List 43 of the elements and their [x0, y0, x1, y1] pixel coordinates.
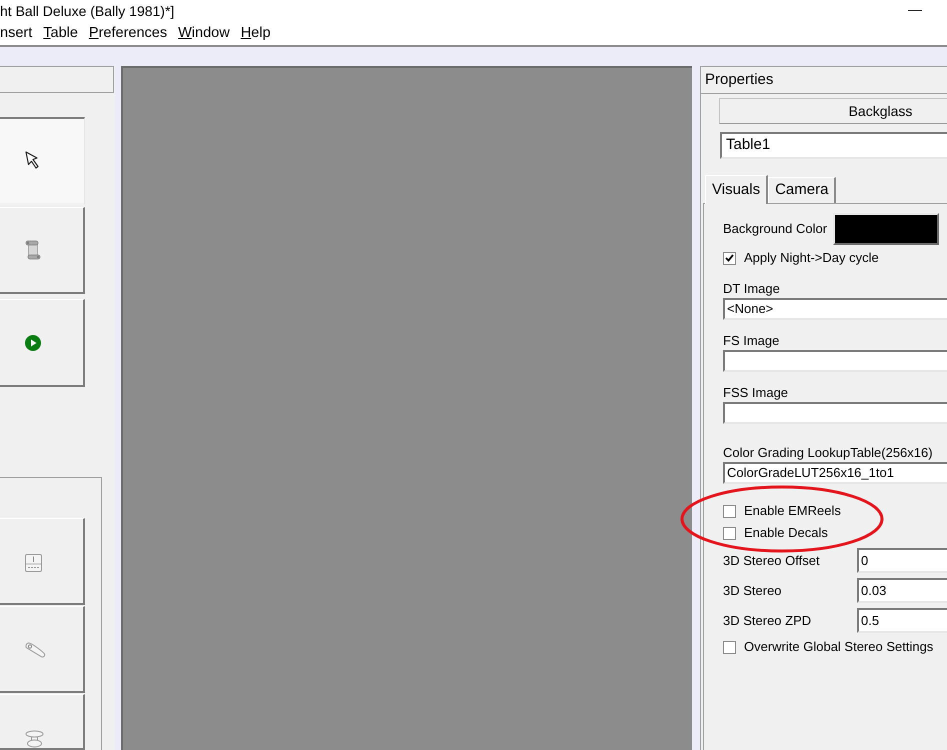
- play-icon: [25, 334, 41, 350]
- field-label: 3D Stereo ZPD: [723, 612, 812, 630]
- menu-item[interactable]: nsert: [0, 24, 32, 42]
- field-label: Color Grading LookupTable(256x16): [723, 445, 934, 460]
- window-title: ht Ball Deluxe (Bally 1981)*]: [0, 2, 174, 20]
- field-label: FS Image: [723, 333, 780, 348]
- tab[interactable]: Camera: [768, 177, 836, 203]
- text-field[interactable]: 0.03: [857, 578, 947, 603]
- tool-button[interactable]: [0, 117, 85, 205]
- field-label: Background Color: [723, 220, 828, 238]
- menu-item[interactable]: Preferences: [88, 24, 168, 42]
- color-swatch[interactable]: [833, 213, 939, 245]
- checkbox[interactable]: [723, 640, 736, 654]
- checkbox[interactable]: [723, 526, 736, 540]
- properties-title: Properties: [701, 67, 947, 94]
- minimize-icon: [908, 10, 922, 11]
- paper-scroll-icon: [25, 240, 41, 260]
- tab[interactable]: Visuals: [705, 175, 768, 204]
- checkbox-label: Enable Decals: [744, 525, 828, 541]
- checkbox-label: Apply Night->Day cycle: [744, 250, 879, 266]
- menu-item[interactable]: Table: [43, 24, 78, 42]
- text-field[interactable]: [723, 402, 947, 424]
- check-icon: [725, 254, 734, 262]
- menu-item[interactable]: Window: [178, 24, 230, 42]
- bumper-icon: [25, 730, 44, 748]
- field-label: FSS Image: [723, 385, 790, 400]
- text-field[interactable]: 0: [857, 548, 947, 573]
- text-field[interactable]: 0.5: [857, 608, 947, 633]
- paddle-icon: [25, 642, 46, 658]
- checkbox[interactable]: [723, 252, 736, 264]
- sign-icon: [25, 554, 42, 572]
- text-field[interactable]: [723, 350, 947, 372]
- field-label: 3D Stereo Offset: [723, 552, 821, 570]
- name-field[interactable]: Table1: [720, 132, 947, 159]
- field-label: 3D Stereo: [723, 582, 783, 600]
- object-type-header: Backglass: [719, 98, 947, 124]
- checkbox[interactable]: [723, 504, 736, 518]
- checkbox-label: Overwrite Global Stereo Settings: [744, 639, 934, 655]
- text-field[interactable]: <None>: [723, 298, 947, 320]
- field-label: DT Image: [723, 281, 781, 296]
- menu-item[interactable]: Help: [240, 24, 271, 42]
- text-field[interactable]: ColorGradeLUT256x16_1to1: [723, 462, 947, 484]
- checkbox-label: Enable EMReels: [744, 503, 841, 519]
